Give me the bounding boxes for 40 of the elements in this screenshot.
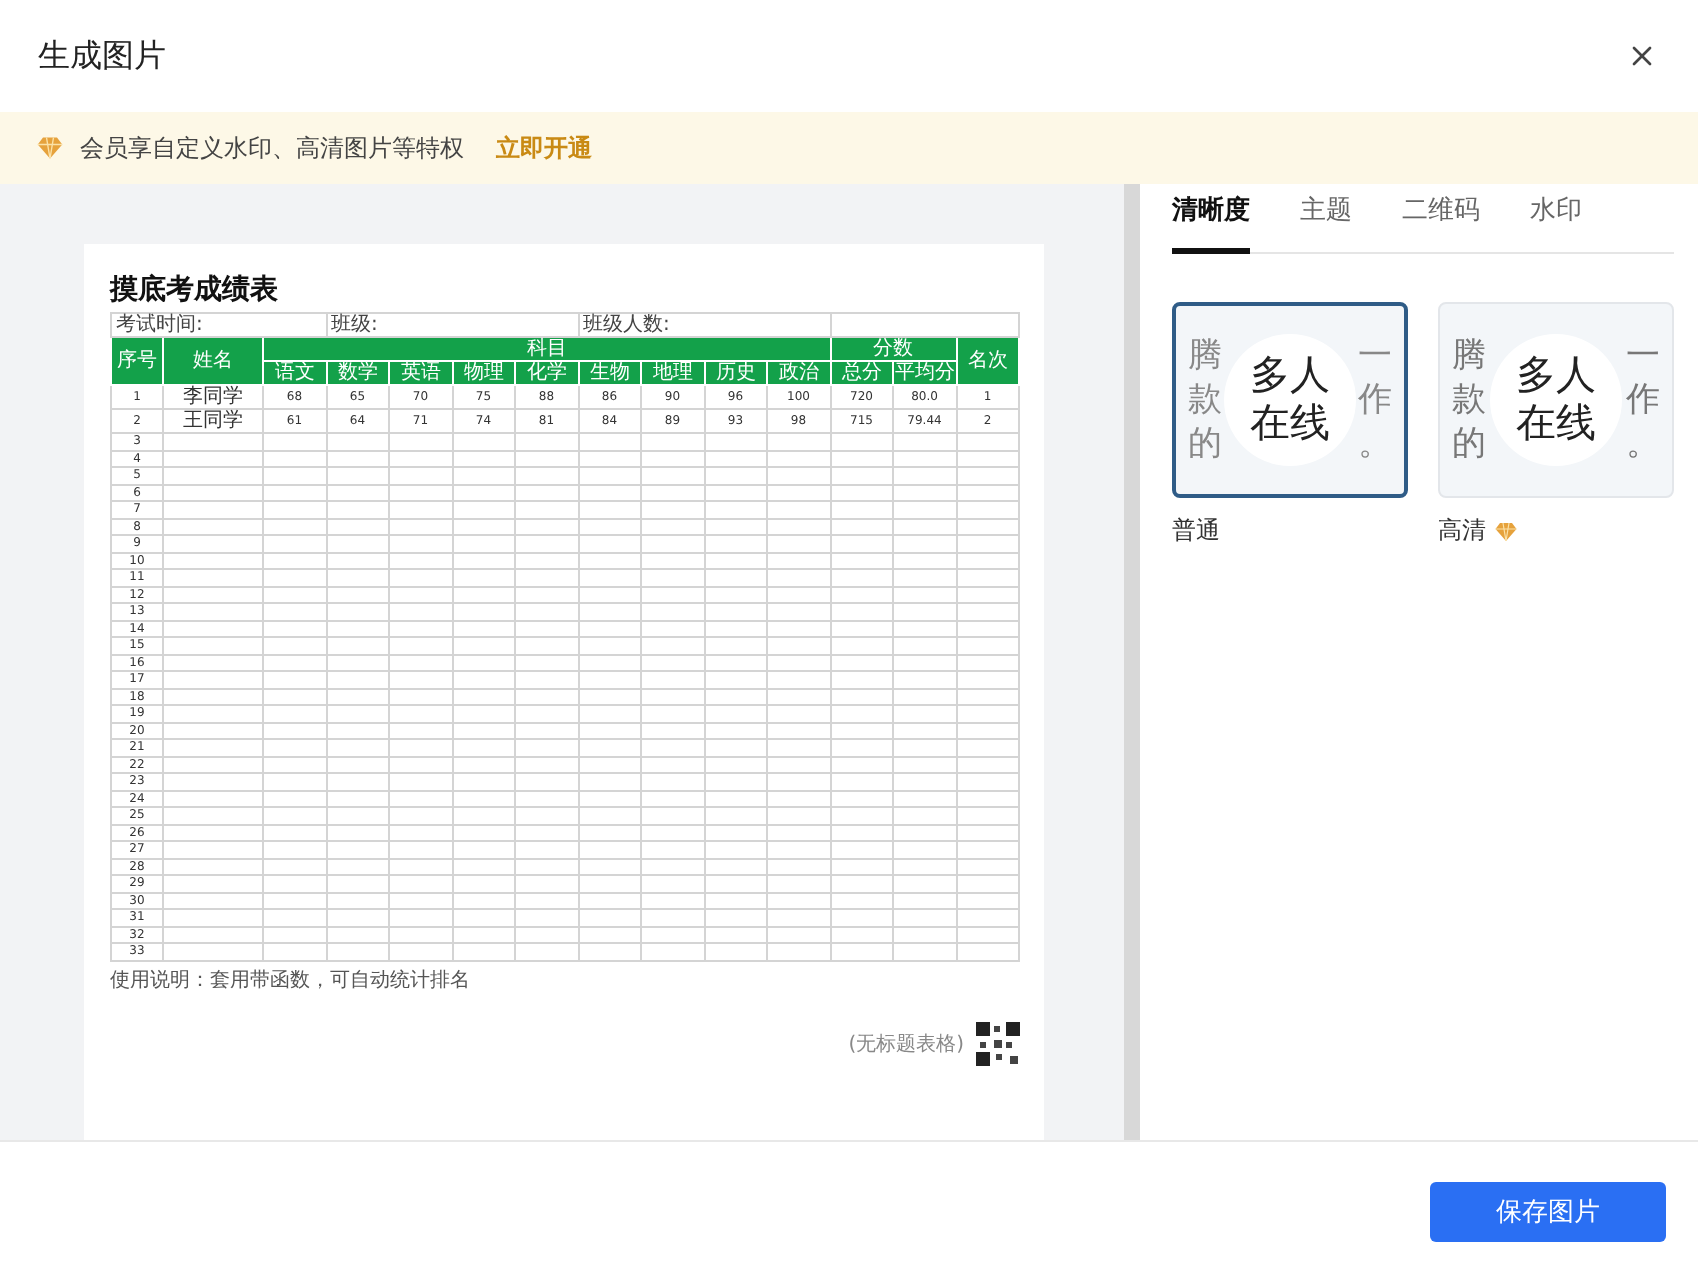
sample-text: 作: [1626, 380, 1660, 420]
option-label: 普通: [1172, 514, 1220, 548]
banner-text: 会员享自定义水印、高清图片等特权: [80, 131, 464, 165]
tab[interactable]: 主题: [1300, 192, 1352, 254]
sample-text: 腾: [1452, 336, 1486, 376]
header-cell: 序号: [111, 337, 163, 385]
scrollbar[interactable]: [1124, 184, 1140, 1140]
diamond-icon: [36, 134, 64, 162]
tab[interactable]: 水印: [1530, 192, 1582, 254]
sample-text: 的: [1188, 424, 1222, 464]
sample-text: 款: [1452, 380, 1486, 420]
qr-code-icon: [976, 1021, 1020, 1065]
header-cell: 分数: [830, 337, 956, 361]
info-cell: 班级:: [326, 313, 578, 337]
usage-note: 使用说明：套用带函数，可自动统计排名: [110, 967, 472, 993]
sample-text: 款: [1188, 380, 1222, 420]
sample-text: 。: [1358, 424, 1392, 464]
header-cell: 科目: [263, 337, 830, 361]
diamond-icon: [1494, 519, 1518, 543]
sample-text: 的: [1452, 424, 1486, 464]
tab[interactable]: 清晰度: [1172, 192, 1250, 254]
tab[interactable]: 二维码: [1402, 192, 1480, 254]
bubble-text: 多人在线: [1248, 352, 1332, 448]
bubble-text: 多人在线: [1514, 352, 1598, 448]
info-cell: 考试时间:: [111, 313, 326, 337]
sample-text: 。: [1626, 424, 1660, 464]
header-cell: 姓名: [163, 337, 263, 385]
table-cell: 李同学: [163, 385, 263, 409]
table-cell: 王同学: [163, 409, 263, 433]
sample-text: 腾: [1188, 336, 1222, 376]
save-image-button[interactable]: 保存图片: [1430, 1182, 1666, 1242]
sample-text: 一: [1358, 336, 1392, 376]
dialog-title: 生成图片: [38, 35, 166, 77]
sheet-title: 摸底考成绩表: [110, 272, 280, 308]
option-label: 高清: [1438, 514, 1486, 548]
sample-text: 一: [1626, 336, 1660, 376]
sample-text: 作: [1358, 380, 1392, 420]
info-cell: 班级人数:: [578, 313, 830, 337]
header-cell: 名次: [956, 337, 1019, 385]
document-name: (无标题表格): [848, 1031, 964, 1057]
